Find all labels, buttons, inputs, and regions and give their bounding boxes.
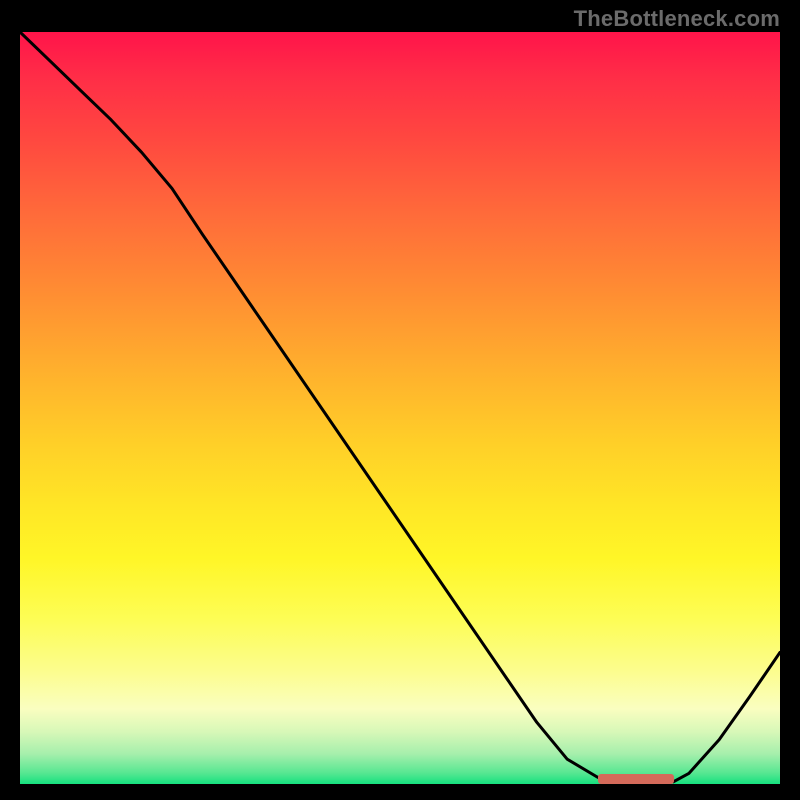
plot-area (20, 32, 780, 784)
chart-frame: TheBottleneck.com (0, 0, 800, 800)
curve-svg (20, 32, 780, 784)
bottleneck-curve (20, 32, 780, 783)
optimal-range-bar (598, 774, 674, 784)
watermark-text: TheBottleneck.com (574, 6, 780, 32)
